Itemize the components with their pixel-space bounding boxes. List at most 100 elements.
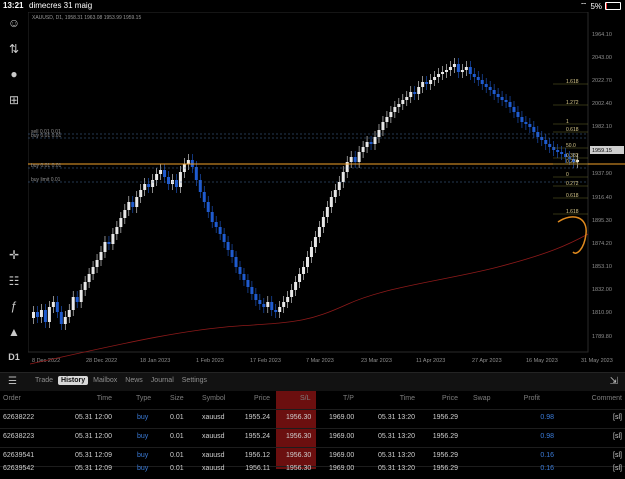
symbol-cell: xauusd bbox=[202, 433, 225, 440]
candle-body bbox=[266, 302, 270, 307]
type-cell: buy bbox=[137, 433, 149, 440]
list-icon[interactable]: ☰ bbox=[8, 376, 20, 387]
candle-body bbox=[484, 84, 488, 87]
candle-body bbox=[333, 190, 337, 197]
candle-body bbox=[151, 180, 155, 187]
timeframe-button[interactable]: D1 bbox=[5, 348, 23, 366]
time-cell: 05.31 12:00 bbox=[75, 414, 112, 421]
table-row[interactable]: 62638222 05.31 12:00 buy 0.01 xauusd 195… bbox=[0, 410, 625, 428]
chat-icon[interactable]: ● bbox=[5, 65, 23, 83]
type-cell: buy bbox=[137, 414, 149, 421]
status-date: dimecres 31 maig bbox=[29, 1, 93, 10]
tab-trade[interactable]: Trade bbox=[32, 376, 56, 385]
time-cell: 05.31 12:09 bbox=[75, 452, 112, 459]
candle-body bbox=[163, 170, 167, 177]
close-time-cell: 05.31 13:20 bbox=[378, 433, 415, 440]
candle-body bbox=[254, 294, 258, 300]
candle-body bbox=[321, 217, 325, 227]
candle-body bbox=[32, 312, 35, 318]
candle-body bbox=[75, 297, 79, 302]
sl-cell: 1956.30 bbox=[286, 433, 312, 440]
candle-body bbox=[155, 174, 159, 180]
close-time-cell: 05.31 13:20 bbox=[378, 452, 415, 459]
candle-body bbox=[147, 184, 151, 187]
profile-icon[interactable]: ☺ bbox=[5, 14, 23, 32]
candle-body bbox=[95, 260, 99, 267]
price-tick-label: 1964.10 bbox=[592, 32, 612, 38]
tab-list: Trade History Mailbox News Journal Setti… bbox=[32, 376, 210, 385]
function-icon[interactable]: ƒ bbox=[5, 297, 23, 315]
candle-body bbox=[504, 100, 508, 102]
candle-body bbox=[186, 160, 190, 164]
candle-body bbox=[532, 127, 536, 132]
tab-journal[interactable]: Journal bbox=[148, 376, 177, 385]
header-close-price: Price bbox=[442, 395, 458, 402]
candle-body bbox=[51, 302, 55, 307]
candle-body bbox=[516, 112, 520, 117]
candle-body bbox=[258, 300, 262, 304]
candle-body bbox=[417, 87, 421, 94]
candle-body bbox=[194, 167, 198, 180]
candle-body bbox=[544, 140, 548, 144]
candle-body bbox=[167, 177, 171, 184]
tab-news[interactable]: News bbox=[122, 376, 146, 385]
candle-body bbox=[222, 234, 226, 242]
table-row[interactable]: 62638223 05.31 12:00 buy 0.01 xauusd 195… bbox=[0, 429, 625, 447]
add-icon[interactable]: ⊞ bbox=[5, 91, 23, 109]
order-cell: 62639541 bbox=[3, 452, 35, 459]
tp-cell: 1969.00 bbox=[329, 452, 355, 459]
export-icon[interactable]: ⇲ bbox=[610, 376, 618, 387]
objects-icon[interactable]: ▲ bbox=[5, 323, 23, 341]
candle-body bbox=[43, 310, 47, 322]
candle-body bbox=[329, 197, 333, 207]
header-close-time: Time bbox=[399, 395, 415, 402]
candle-body bbox=[306, 257, 309, 267]
close-time-cell: 05.31 13:20 bbox=[378, 414, 415, 421]
candle-body bbox=[456, 64, 460, 72]
size-cell: 0.01 bbox=[170, 414, 184, 421]
candle-body bbox=[540, 137, 544, 140]
time-cell: 05.31 12:00 bbox=[75, 433, 112, 440]
close-price-cell: 1956.29 bbox=[432, 433, 458, 440]
close-price-cell: 1956.29 bbox=[432, 414, 458, 421]
trade-arrows-icon[interactable]: ⇅ bbox=[5, 40, 23, 58]
history-table: Order Time Type Size Symbol Price S/L T/… bbox=[0, 391, 625, 472]
candle-body bbox=[111, 234, 115, 244]
indicators-icon[interactable]: ☷ bbox=[5, 272, 23, 290]
fibo-level-label: 1.618 bbox=[566, 209, 579, 215]
chart-canvas: 1964.10 2043.00 2022.70 2002.40 1982.10 1959.… bbox=[28, 12, 625, 365]
price-chart[interactable]: 1964.10 2043.00 2022.70 2002.40 1982.10 1959.… bbox=[28, 12, 625, 370]
tab-mailbox[interactable]: Mailbox bbox=[90, 376, 120, 385]
tab-settings[interactable]: Settings bbox=[179, 376, 210, 385]
candle-body bbox=[369, 142, 373, 144]
crosshair-icon[interactable]: ✛ bbox=[5, 246, 23, 264]
candle-body bbox=[476, 77, 480, 80]
candle-body bbox=[397, 104, 401, 107]
price-tick-label: 2002.40 bbox=[592, 101, 612, 107]
profit-cell: 0.98 bbox=[540, 433, 554, 440]
price-tick-label: 2022.70 bbox=[592, 78, 612, 84]
candle-body bbox=[230, 250, 234, 257]
size-cell: 0.01 bbox=[170, 452, 184, 459]
order-line-label: buy 0.01 0.01 bbox=[31, 133, 62, 139]
candle-body bbox=[512, 107, 516, 112]
table-row[interactable]: 62639542 05.31 12:09 buy 0.01 xauusd 195… bbox=[0, 461, 625, 479]
candle-body bbox=[35, 312, 39, 317]
candle-body bbox=[409, 92, 413, 97]
candle-body bbox=[103, 242, 107, 252]
candle-body bbox=[123, 210, 127, 218]
candle-body bbox=[119, 218, 123, 227]
candle-body bbox=[210, 212, 214, 222]
candle-body bbox=[174, 180, 178, 187]
candle-body bbox=[178, 172, 182, 187]
size-cell: 0.01 bbox=[170, 433, 184, 440]
candle-body bbox=[313, 237, 317, 247]
candle-body bbox=[325, 207, 329, 217]
symbol-cell: xauusd bbox=[202, 452, 225, 459]
terminal-tab-bar: ☰ Trade History Mailbox News Journal Set… bbox=[0, 372, 625, 391]
header-swap: Swap bbox=[473, 395, 491, 402]
price-cell: 1956.12 bbox=[244, 452, 270, 459]
tab-history[interactable]: History bbox=[58, 376, 89, 385]
tp-cell: 1969.00 bbox=[329, 414, 355, 421]
header-price: Price bbox=[254, 395, 270, 402]
